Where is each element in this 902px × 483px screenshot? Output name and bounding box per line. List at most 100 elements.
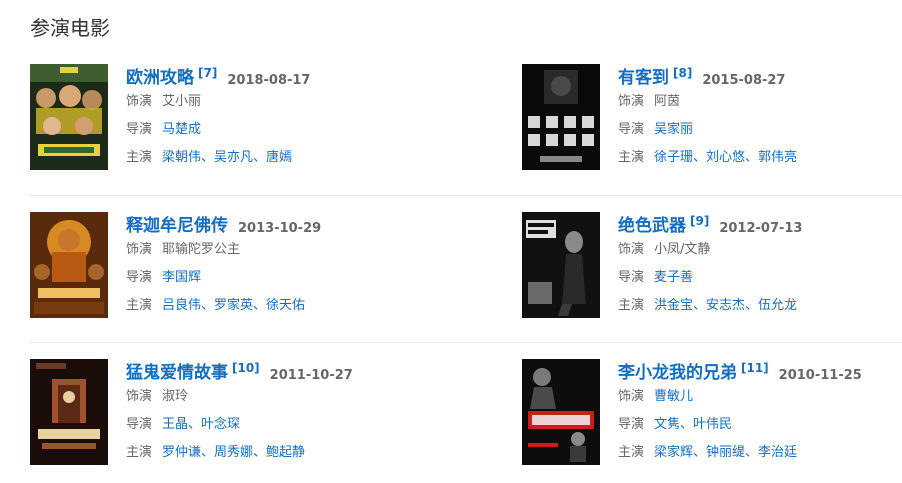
cast-label: 主演 [618,298,645,313]
movie-card: 有客到 [8] 2015-08-27 饰演 阿茵 导演 吴家丽 主演 徐子珊、刘心悠、… [522,64,902,174]
cast-label: 主演 [618,150,645,165]
reference-link[interactable]: [9] [690,214,709,228]
movie-title-line: 有客到 [8] 2015-08-27 [618,64,902,88]
reference-link[interactable]: [11] [741,361,769,375]
movie-poster[interactable] [30,64,108,170]
cast-links[interactable]: 罗仲谦、周秀娜、鲍起静 [162,445,305,460]
movie-title-link[interactable]: 欧洲攻略 [126,63,194,88]
role-line: 饰演 耶输陀罗公主 [126,236,426,264]
role-line: 饰演 小凤/文静 [618,236,902,264]
section-title: 参演电影 [30,16,110,40]
movie-poster[interactable] [522,64,600,170]
role-value: 耶输陀罗公主 [162,242,241,257]
director-line: 导演 麦子善 [618,264,902,292]
director-label: 导演 [126,417,153,432]
director-label: 导演 [618,122,645,137]
movie-row: 释迦牟尼佛传 2013-10-29 饰演 耶输陀罗公主 导演 李国辉 主演 吕良伟、罗… [30,212,902,360]
cast-line: 主演 洪金宝、安志杰、伍允龙 [618,292,902,320]
movie-info: 李小龙我的兄弟 [11] 2010-11-25 饰演 曹敏儿 导演 文隽、叶伟民 主… [618,359,902,467]
role-label: 饰演 [618,242,645,257]
reference-link[interactable]: [7] [198,66,217,80]
release-date: 2018-08-17 [227,73,311,88]
cast-label: 主演 [126,445,153,460]
role-label: 饰演 [618,94,645,109]
movie-poster[interactable] [522,359,600,465]
movie-poster-buddha-icon [30,212,108,318]
cast-line: 主演 吕良伟、罗家英、徐天佑 [126,292,426,320]
movie-card: 欧洲攻略 [7] 2018-08-17 饰演 艾小丽 导演 马楚成 主演 梁朝伟、吴亦… [30,64,430,174]
cast-links[interactable]: 吕良伟、罗家英、徐天佑 [162,298,305,313]
cast-line: 主演 徐子珊、刘心悠、郭伟亮 [618,144,902,172]
movie-title-link[interactable]: 释迦牟尼佛传 [126,211,228,236]
movie-poster-bruce-lee-icon [522,359,600,465]
movie-title-line: 李小龙我的兄弟 [11] 2010-11-25 [618,359,902,383]
director-link[interactable]: 李国辉 [162,270,201,285]
director-link[interactable]: 麦子善 [654,270,693,285]
role-label: 饰演 [618,389,645,404]
movie-poster[interactable] [30,212,108,318]
movie-info: 有客到 [8] 2015-08-27 饰演 阿茵 导演 吴家丽 主演 徐子珊、刘心悠、… [618,64,902,172]
reference-link[interactable]: [10] [232,361,260,375]
release-date: 2010-11-25 [778,368,862,383]
cast-line: 主演 罗仲谦、周秀娜、鲍起静 [126,439,426,467]
director-label: 导演 [126,270,153,285]
movie-poster-naked-soldier-icon [522,212,600,318]
movie-poster-europe-raiders-icon [30,64,108,170]
role-line: 饰演 曹敏儿 [618,383,902,411]
director-label: 导演 [618,417,645,432]
role-value: 艾小丽 [162,94,202,109]
role-label: 饰演 [126,242,153,257]
movie-card: 释迦牟尼佛传 2013-10-29 饰演 耶输陀罗公主 导演 李国辉 主演 吕良伟、罗… [30,212,430,322]
movie-poster[interactable] [30,359,108,465]
movie-title-line: 释迦牟尼佛传 2013-10-29 [126,212,426,236]
director-line: 导演 文隽、叶伟民 [618,411,902,439]
role-label: 饰演 [126,94,153,109]
role-value: 小凤/文静 [654,242,711,257]
director-link[interactable]: 文隽、叶伟民 [654,417,732,432]
cast-links[interactable]: 洪金宝、安志杰、伍允龙 [654,298,797,313]
cast-links[interactable]: 梁家辉、钟丽缇、李治廷 [654,445,797,460]
role-line: 饰演 阿茵 [618,88,902,116]
movie-title-link[interactable]: 猛鬼爱情故事 [126,358,228,383]
cast-links[interactable]: 梁朝伟、吴亦凡、唐嫣 [162,150,292,165]
role-line: 饰演 艾小丽 [126,88,426,116]
movie-grid: 欧洲攻略 [7] 2018-08-17 饰演 艾小丽 导演 马楚成 主演 梁朝伟、吴亦… [30,64,902,465]
director-link[interactable]: 吴家丽 [654,122,693,137]
movie-title-link[interactable]: 绝色武器 [618,211,686,236]
director-line: 导演 吴家丽 [618,116,902,144]
movie-poster-ghost-love-icon [30,359,108,465]
reference-link[interactable]: [8] [673,66,692,80]
role-value: 淑玲 [162,389,189,404]
release-date: 2011-10-27 [269,368,353,383]
director-link[interactable]: 王晶、叶念琛 [162,417,240,432]
movie-row: 猛鬼爱情故事 [10] 2011-10-27 饰演 淑玲 导演 王晶、叶念琛 主演罗… [30,359,902,469]
movie-title-line: 欧洲攻略 [7] 2018-08-17 [126,64,426,88]
movie-card: 李小龙我的兄弟 [11] 2010-11-25 饰演 曹敏儿 导演 文隽、叶伟民 主… [522,359,902,469]
release-date: 2015-08-27 [702,73,786,88]
director-link[interactable]: 马楚成 [162,122,201,137]
cast-line: 主演 梁朝伟、吴亦凡、唐嫣 [126,144,426,172]
cast-links[interactable]: 徐子珊、刘心悠、郭伟亮 [654,150,797,165]
director-line: 导演 王晶、叶念琛 [126,411,426,439]
movie-card: 绝色武器 [9] 2012-07-13 饰演 小凤/文静 导演 麦子善 主演 洪金宝、… [522,212,902,322]
cast-label: 主演 [126,298,153,313]
role-link[interactable]: 曹敏儿 [654,389,693,404]
director-line: 导演 马楚成 [126,116,426,144]
row-divider [30,195,902,196]
cast-label: 主演 [126,150,153,165]
director-label: 导演 [126,122,153,137]
movie-poster[interactable] [522,212,600,318]
movie-title-line: 猛鬼爱情故事 [10] 2011-10-27 [126,359,426,383]
movie-poster-guest-icon [522,64,600,170]
role-line: 饰演 淑玲 [126,383,426,411]
role-label: 饰演 [126,389,153,404]
release-date: 2012-07-13 [719,221,803,236]
director-label: 导演 [618,270,645,285]
movie-title-link[interactable]: 李小龙我的兄弟 [618,358,737,383]
movie-card: 猛鬼爱情故事 [10] 2011-10-27 饰演 淑玲 导演 王晶、叶念琛 主演罗… [30,359,430,469]
release-date: 2013-10-29 [238,221,322,236]
movie-title-link[interactable]: 有客到 [618,63,669,88]
movie-info: 绝色武器 [9] 2012-07-13 饰演 小凤/文静 导演 麦子善 主演 洪金宝、… [618,212,902,320]
cast-label: 主演 [618,445,645,460]
movie-row: 欧洲攻略 [7] 2018-08-17 饰演 艾小丽 导演 马楚成 主演 梁朝伟、吴亦… [30,64,902,197]
